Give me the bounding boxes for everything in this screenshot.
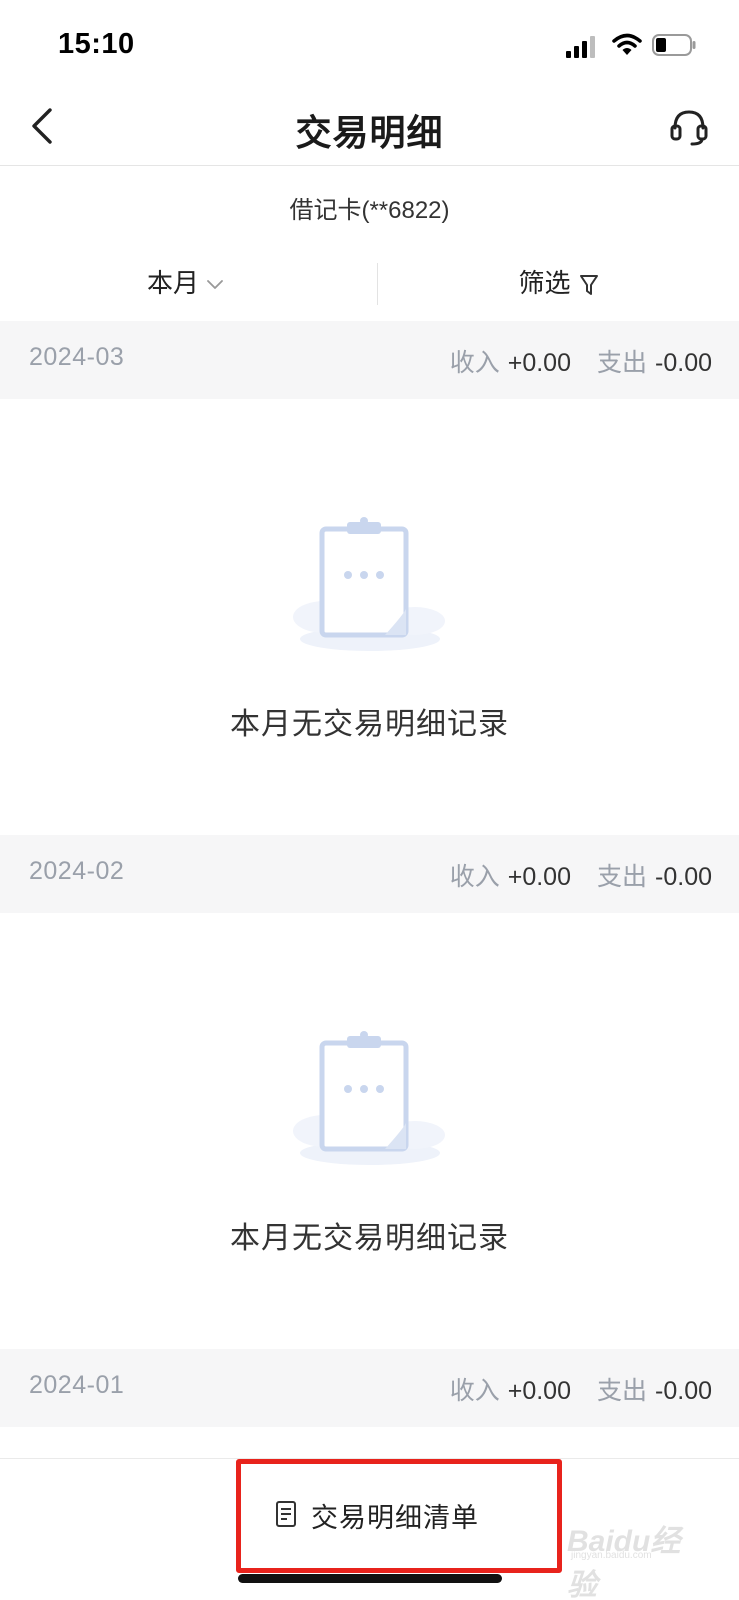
home-indicator (238, 1574, 502, 1583)
battery-icon (652, 34, 696, 56)
month-summary: 收入 +0.00 支出 -0.00 (450, 343, 712, 379)
expense-value: -0.00 (655, 1377, 712, 1405)
watermark-sub: jingyan.baidu.com (571, 1550, 652, 1561)
expense-label: 支出 (597, 863, 648, 891)
month-date: 2024-01 (29, 1371, 125, 1399)
month-summary: 收入 +0.00 支出 -0.00 (450, 1371, 712, 1407)
period-label: 本月 (146, 268, 199, 298)
page-title: 交易明细 (295, 112, 444, 153)
baidu-watermark: Baidu经验 jingyan.baidu.com (567, 1510, 707, 1600)
expense-label: 支出 (597, 349, 648, 377)
empty-state: 本月无交易明细记录 (0, 913, 739, 1349)
document-icon (276, 1501, 296, 1527)
month-header: 2024-01 收入 +0.00 支出 -0.00 (0, 1349, 739, 1427)
empty-text: 本月无交易明细记录 (230, 1222, 509, 1255)
month-header: 2024-03 收入 +0.00 支出 -0.00 (0, 321, 739, 399)
income-label: 收入 (449, 349, 500, 377)
month-summary: 收入 +0.00 支出 -0.00 (450, 857, 712, 893)
clipboard-icon (293, 1031, 445, 1165)
account-card-label: 借记卡(**6822) (289, 197, 450, 224)
month-header: 2024-02 收入 +0.00 支出 -0.00 (0, 835, 739, 913)
status-bar: 15:10 (0, 0, 739, 90)
transaction-detail-list-button[interactable]: 交易明细清单 (236, 1459, 562, 1573)
funnel-icon (579, 275, 598, 296)
month-date: 2024-03 (29, 343, 125, 371)
detail-list-label: 交易明细清单 (311, 1503, 479, 1533)
signal-icon (566, 36, 595, 58)
income-label: 收入 (449, 863, 500, 891)
filter-button[interactable]: 筛选 (378, 245, 739, 321)
filter-row: 本月 筛选 (0, 245, 739, 321)
income-value: +0.00 (507, 863, 571, 891)
status-time: 15:10 (58, 28, 135, 60)
income-value: +0.00 (507, 349, 571, 377)
customer-service-button[interactable] (668, 104, 710, 148)
empty-text: 本月无交易明细记录 (230, 708, 509, 741)
income-value: +0.00 (507, 1377, 571, 1405)
expense-label: 支出 (597, 1377, 648, 1405)
clipboard-icon (293, 517, 445, 651)
empty-state: 本月无交易明细记录 (0, 399, 739, 835)
headset-icon (670, 110, 708, 146)
month-date: 2024-02 (29, 857, 125, 885)
filter-label: 筛选 (518, 268, 571, 298)
period-selector[interactable]: 本月 (0, 245, 370, 321)
nav-bar: 交易明细 (0, 90, 739, 166)
expense-value: -0.00 (655, 349, 712, 377)
income-label: 收入 (449, 1377, 500, 1405)
expense-value: -0.00 (655, 863, 712, 891)
wifi-icon (612, 33, 642, 55)
chevron-down-icon (207, 280, 223, 290)
